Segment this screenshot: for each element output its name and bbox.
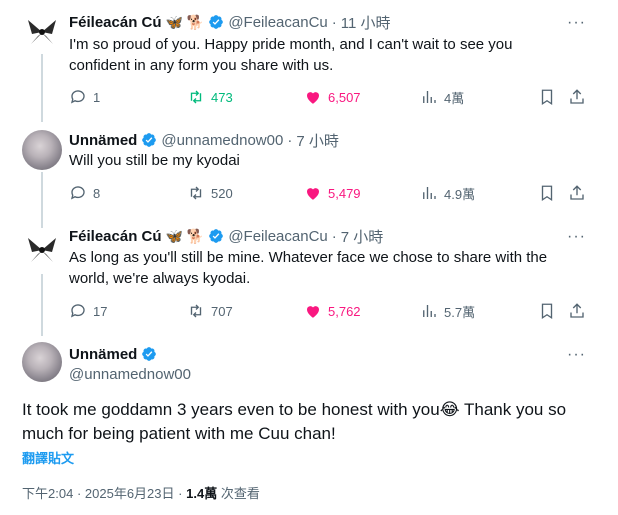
thread-line — [41, 54, 43, 122]
bookmark-icon — [541, 185, 553, 202]
main-tweet-text: It took me goddamn 3 years even to be ho… — [22, 400, 567, 443]
analytics-icon — [423, 91, 436, 103]
views-button[interactable]: 5.7萬 — [420, 301, 475, 321]
share-icon — [570, 89, 584, 104]
share-icon — [570, 185, 584, 200]
like-count: 5,762 — [328, 303, 361, 319]
verified-badge-icon — [142, 133, 157, 147]
analytics-icon — [423, 305, 436, 317]
action-bar: 1 473 6,507 4萬 — [69, 87, 599, 107]
avatar[interactable] — [22, 130, 62, 170]
share-icon — [570, 303, 584, 318]
separator: · — [331, 13, 337, 31]
name-emojis: 🦋 🐕 — [165, 13, 205, 30]
bookmark-button[interactable] — [538, 301, 556, 321]
reply-button[interactable]: 17 — [69, 301, 107, 321]
timestamp[interactable]: 7 小時 — [296, 130, 339, 151]
retweet-icon — [190, 186, 202, 200]
user-handle[interactable]: @unnamednow00 — [69, 366, 191, 383]
bookmark-button[interactable] — [538, 87, 556, 107]
separator: · — [76, 486, 82, 501]
thread-line — [41, 274, 43, 336]
tweet-text: I'm so proud of you. Happy pride month, … — [69, 36, 513, 74]
tweet-header: Féileacán Cú 🦋 🐕 @FeileacanCu · 11 小時 — [69, 12, 391, 32]
separator: · — [287, 131, 293, 149]
retweet-button[interactable]: 520 — [187, 183, 233, 203]
action-bar: 17 707 5,762 5.7萬 — [69, 301, 599, 321]
bookmark-icon — [541, 89, 553, 106]
views-label: 次查看 — [220, 486, 260, 501]
tweet-header: Unnämed — [69, 344, 157, 364]
reply-count: 8 — [93, 185, 101, 201]
action-bar: 8 520 5,479 4.9萬 — [69, 183, 599, 203]
more-options-icon[interactable]: ··· — [567, 346, 586, 364]
more-options-icon[interactable]: ··· — [567, 228, 586, 246]
retweet-icon — [190, 90, 202, 104]
handle-row: @unnamednow00 — [69, 364, 191, 384]
avatar[interactable] — [22, 342, 62, 382]
retweet-button[interactable]: 707 — [187, 301, 233, 321]
display-name[interactable]: Unnämed — [69, 346, 137, 363]
post-date[interactable]: 2025年6月23日 — [85, 486, 175, 501]
verified-badge-icon — [209, 229, 224, 243]
thread-line — [41, 172, 43, 228]
like-button[interactable]: 5,479 — [304, 183, 361, 203]
avatar[interactable] — [22, 12, 62, 52]
views-count: 4.9萬 — [444, 186, 476, 202]
display-name[interactable]: Féileacán Cú — [69, 228, 162, 245]
analytics-icon — [423, 187, 436, 199]
avatar[interactable] — [22, 230, 62, 270]
verified-badge-icon — [142, 347, 157, 361]
retweet-count: 707 — [211, 303, 233, 319]
like-count: 6,507 — [328, 89, 361, 105]
separator: · — [178, 486, 183, 501]
user-handle[interactable]: @FeileacanCu — [228, 14, 327, 31]
user-handle[interactable]: @unnamednow00 — [161, 132, 283, 149]
translate-post-link[interactable]: 翻譯貼文 — [22, 448, 74, 467]
heart-icon — [307, 188, 319, 200]
retweet-count: 520 — [211, 185, 233, 201]
more-options-icon[interactable]: ··· — [567, 14, 586, 32]
reply-button[interactable]: 1 — [69, 87, 100, 107]
views-count: 1.4萬 — [186, 486, 218, 501]
bookmark-icon — [541, 303, 553, 320]
display-name[interactable]: Féileacán Cú — [69, 14, 162, 31]
reply-icon — [70, 90, 85, 104]
tweet-text: As long as you'll still be mine. Whateve… — [69, 249, 548, 287]
user-handle[interactable]: @FeileacanCu — [228, 228, 327, 245]
retweet-count: 473 — [211, 89, 233, 105]
views-count: 5.7萬 — [444, 304, 476, 320]
name-emojis: 🦋 🐕 — [165, 227, 205, 244]
reply-count: 17 — [93, 303, 108, 319]
views-button[interactable]: 4.9萬 — [420, 183, 475, 203]
reply-count: 1 — [93, 89, 101, 105]
tweet-header: Féileacán Cú 🦋 🐕 @FeileacanCu · 7 小時 — [69, 226, 383, 246]
retweet-button[interactable]: 473 — [187, 87, 233, 107]
post-time[interactable]: 下午2:04 — [22, 486, 73, 501]
separator: · — [331, 227, 337, 245]
views-count: 4萬 — [444, 90, 465, 106]
reply-icon — [70, 304, 85, 318]
timestamp[interactable]: 11 小時 — [341, 12, 391, 33]
like-button[interactable]: 5,762 — [304, 301, 361, 321]
share-button[interactable] — [568, 183, 586, 203]
tweet-text: Will you still be my kyodai — [69, 152, 240, 169]
tweet-header: Unnämed @unnamednow00 · 7 小時 — [69, 130, 339, 150]
verified-badge-icon — [209, 15, 224, 29]
timestamp[interactable]: 7 小時 — [341, 226, 384, 247]
heart-icon — [307, 92, 319, 104]
retweet-icon — [190, 304, 202, 318]
display-name[interactable]: Unnämed — [69, 132, 137, 149]
share-button[interactable] — [568, 301, 586, 321]
share-button[interactable] — [568, 87, 586, 107]
bookmark-button[interactable] — [538, 183, 556, 203]
like-button[interactable]: 6,507 — [304, 87, 361, 107]
heart-icon — [307, 306, 319, 318]
reply-button[interactable]: 8 — [69, 183, 100, 203]
like-count: 5,479 — [328, 185, 361, 201]
tweet-meta: 下午2:04 · 2025年6月23日 · 1.4萬 次查看 — [22, 483, 260, 502]
reply-icon — [70, 186, 85, 200]
views-button[interactable]: 4萬 — [420, 87, 464, 107]
